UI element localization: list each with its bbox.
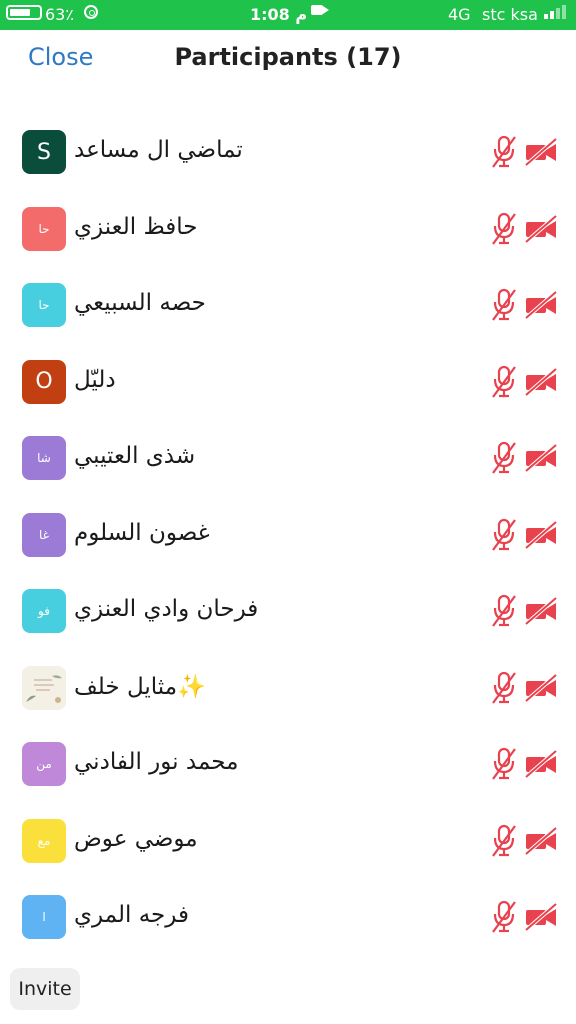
rotation-lock-icon xyxy=(84,5,98,19)
microphone-muted-icon[interactable] xyxy=(490,747,518,781)
video-off-icon[interactable] xyxy=(524,902,558,932)
participant-row[interactable]: مثايل خلف✨ xyxy=(0,651,576,727)
avatar: حا xyxy=(22,283,66,327)
participant-row[interactable]: من محمد نور الفادني xyxy=(0,727,576,803)
video-off-icon[interactable] xyxy=(524,672,558,703)
battery-icon xyxy=(6,5,42,20)
avatar: ا xyxy=(22,895,66,939)
partial-participant-row xyxy=(0,86,576,94)
microphone-muted-icon[interactable] xyxy=(490,900,518,934)
avatar: حا xyxy=(22,206,66,251)
participant-name: دليّل xyxy=(74,366,116,393)
video-off-icon[interactable] xyxy=(524,596,558,626)
avatar-initials: ا xyxy=(42,910,46,924)
video-off-icon[interactable] xyxy=(524,366,558,397)
navigation-bar: Close Participants (17) xyxy=(0,30,576,86)
battery-percent: 63٪ xyxy=(45,5,74,24)
participant-row[interactable]: غا غصون السلوم xyxy=(0,498,576,574)
participant-row[interactable]: S تماضي ال مساعد xyxy=(0,115,576,191)
status-bar: 63٪ 1:08 م 4G stc ksa xyxy=(0,0,576,30)
avatar-initials: فو xyxy=(38,604,50,618)
participant-name: فرحان وادي العنزي xyxy=(74,596,259,622)
avatar: غا xyxy=(22,512,66,557)
microphone-muted-icon[interactable] xyxy=(490,135,518,169)
network-type: 4G xyxy=(448,5,471,24)
participant-row[interactable]: حا حافظ العنزي xyxy=(0,192,576,268)
avatar-initials: S xyxy=(37,139,51,165)
participant-row[interactable]: O دليّل xyxy=(0,345,576,421)
avatar-initials: من xyxy=(36,757,52,771)
microphone-muted-icon[interactable] xyxy=(490,518,518,552)
avatar: فو xyxy=(22,589,66,633)
avatar: مع xyxy=(22,818,66,863)
participant-name: تماضي ال مساعد xyxy=(74,137,243,163)
avatar-initials: حا xyxy=(38,221,50,236)
video-off-icon[interactable] xyxy=(524,519,558,550)
video-off-icon[interactable] xyxy=(524,443,558,473)
avatar xyxy=(22,665,66,710)
avatar-initials: O xyxy=(35,369,53,394)
camera-in-use-icon xyxy=(311,5,329,15)
participant-name: حصه السبيعي xyxy=(74,290,206,316)
microphone-muted-icon[interactable] xyxy=(490,441,518,475)
avatar: من xyxy=(22,742,66,786)
video-off-icon[interactable] xyxy=(524,213,558,244)
participant-row[interactable]: حا حصه السبيعي xyxy=(0,268,576,344)
participant-row[interactable]: فو فرحان وادي العنزي xyxy=(0,574,576,650)
avatar: S xyxy=(22,130,66,174)
video-off-icon[interactable] xyxy=(524,825,558,856)
microphone-muted-icon[interactable] xyxy=(490,824,518,858)
microphone-muted-icon[interactable] xyxy=(490,212,518,246)
invite-button[interactable]: Invite xyxy=(10,968,80,1010)
video-off-icon[interactable] xyxy=(524,137,558,167)
participant-name: فرجه المري xyxy=(74,902,189,928)
participant-name: محمد نور الفادني xyxy=(74,749,239,775)
page-title: Participants (17) xyxy=(174,43,402,71)
microphone-muted-icon[interactable] xyxy=(490,671,518,705)
participant-row[interactable]: ا فرجه المري xyxy=(0,880,576,956)
participant-list[interactable]: S تماضي ال مساعد حا حافظ العنزي حا حصه السبيع… xyxy=(0,86,576,958)
video-off-icon[interactable] xyxy=(524,749,558,779)
participant-row[interactable]: شا شذى العتيبي xyxy=(0,421,576,497)
avatar: O xyxy=(22,359,66,404)
avatar: شا xyxy=(22,436,66,480)
microphone-muted-icon[interactable] xyxy=(490,594,518,628)
avatar-initials: مع xyxy=(37,833,51,848)
avatar-initials: حا xyxy=(38,298,50,312)
avatar-initials: غا xyxy=(39,527,49,542)
participant-name: حافظ العنزي xyxy=(74,213,198,240)
microphone-muted-icon[interactable] xyxy=(490,288,518,322)
participant-name: مثايل خلف✨ xyxy=(74,673,206,700)
microphone-muted-icon[interactable] xyxy=(490,365,518,399)
carrier-name: stc ksa xyxy=(482,5,538,24)
participant-name: غصون السلوم xyxy=(74,519,210,546)
signal-strength-icon xyxy=(544,5,568,19)
video-off-icon[interactable] xyxy=(524,290,558,320)
participant-name: شذى العتيبي xyxy=(74,443,196,469)
participant-name: موضي عوض xyxy=(74,825,198,852)
avatar-initials: شا xyxy=(37,451,51,465)
status-time: 1:08 م xyxy=(250,5,308,24)
participant-row[interactable]: مع موضي عوض xyxy=(0,804,576,880)
